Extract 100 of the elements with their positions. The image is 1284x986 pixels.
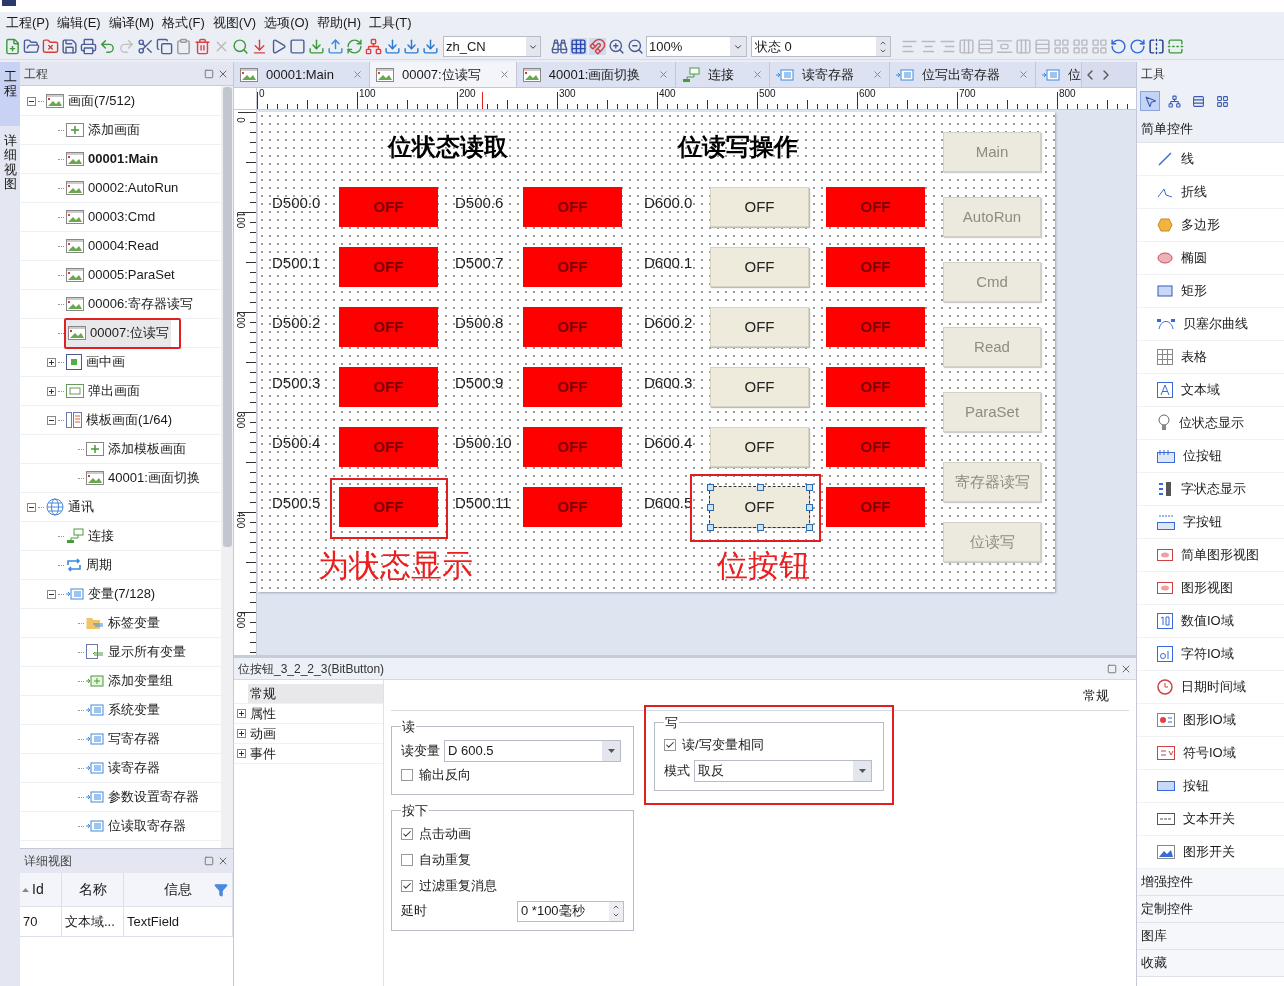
tree-item[interactable]: 画中画 — [64, 348, 127, 376]
bit-button[interactable]: OFF — [710, 307, 809, 347]
tree-item[interactable]: 添加画面 — [64, 116, 142, 144]
property-category[interactable]: 常规 — [248, 684, 383, 703]
document-tab[interactable]: 位写出寄存器 — [890, 62, 1037, 87]
property-category[interactable]: 动画 — [248, 724, 383, 743]
bit-button[interactable]: OFF — [710, 427, 809, 467]
expand-icon[interactable] — [46, 386, 56, 396]
document-tab[interactable]: 位 — [1036, 62, 1083, 87]
checkbox[interactable] — [401, 853, 413, 866]
menu-item[interactable]: 帮助(H) — [312, 13, 365, 33]
document-tab[interactable]: 连接 — [676, 62, 771, 87]
collapse-icon[interactable] — [26, 502, 36, 512]
toolbox-section-header[interactable]: 收藏 — [1137, 950, 1284, 977]
toolbox-item[interactable]: 线 — [1137, 143, 1284, 176]
tree-item[interactable]: 模板画面(1/64) — [64, 406, 174, 434]
expand-icon[interactable] — [236, 709, 246, 718]
refresh-icon[interactable] — [346, 38, 363, 55]
scrollbar-thumb[interactable] — [222, 87, 232, 547]
flip-horizontal-icon[interactable] — [1148, 38, 1165, 55]
close-tab-icon[interactable] — [872, 69, 884, 80]
save-icon[interactable] — [61, 38, 78, 55]
float-icon[interactable] — [1107, 663, 1117, 674]
rotate-right-icon[interactable] — [1129, 38, 1146, 55]
tree-item[interactable]: 00006:寄存器读写 — [64, 290, 195, 318]
tree-item[interactable]: 00002:AutoRun — [64, 174, 181, 202]
toolbox-item[interactable]: 文本开关 — [1137, 803, 1284, 836]
close-folder-icon[interactable] — [42, 38, 59, 55]
document-tab[interactable]: 读寄存器 — [770, 62, 891, 87]
tree-item[interactable]: 添加变量组 — [84, 667, 175, 695]
collapse-icon[interactable] — [46, 589, 56, 599]
binoculars-icon[interactable] — [551, 38, 568, 55]
toolbox-item[interactable]: 字符IO域 — [1137, 638, 1284, 671]
toolbox-item[interactable]: 图形视图 — [1137, 572, 1284, 605]
tree-item[interactable]: 00001:Main — [64, 145, 161, 173]
zoom-select[interactable]: 100% — [646, 36, 747, 57]
float-icon[interactable] — [204, 856, 214, 866]
tree-item[interactable]: 周期 — [64, 551, 114, 579]
tree-item[interactable]: 读寄存器 — [84, 754, 162, 782]
menu-item[interactable]: 格式(F) — [158, 13, 209, 33]
side-tab[interactable]: 工程 — [0, 62, 20, 126]
document-tab[interactable]: 00001:Main — [234, 62, 370, 87]
simulate-icon[interactable] — [270, 38, 287, 55]
tree-item[interactable]: 40001:画面切换 — [84, 464, 202, 492]
stop-simulation-icon[interactable] — [289, 38, 306, 55]
toolbox-item[interactable]: 位状态显示 — [1137, 407, 1284, 440]
menu-item[interactable]: 编辑(E) — [53, 13, 105, 33]
bit-button[interactable]: OFF — [710, 367, 809, 407]
delete-icon[interactable] — [194, 38, 211, 55]
variable-select[interactable]: D 600.5 — [444, 740, 621, 762]
open-folder-icon[interactable] — [23, 38, 40, 55]
close-icon[interactable] — [217, 855, 229, 867]
expand-icon[interactable] — [236, 749, 246, 758]
close-tab-icon[interactable] — [752, 69, 764, 80]
download-icon[interactable] — [308, 38, 325, 55]
network-icon[interactable] — [365, 38, 382, 55]
toolbox-item[interactable]: 日期时间域 — [1137, 671, 1284, 704]
new-file-icon[interactable] — [4, 38, 21, 55]
language-select[interactable]: zh_CN — [443, 36, 541, 57]
checkbox[interactable] — [664, 739, 676, 751]
toolbox-item[interactable]: 符号IO域 — [1137, 737, 1284, 770]
toolbox-item[interactable]: 贝塞尔曲线 — [1137, 308, 1284, 341]
tree-item[interactable]: 通讯 — [44, 493, 96, 521]
bit-button[interactable]: OFF — [710, 247, 809, 287]
delay-spinner[interactable]: 0 *100毫秒 — [517, 900, 624, 922]
cut-icon[interactable] — [137, 38, 154, 55]
grid-icon[interactable] — [570, 38, 587, 55]
menu-item[interactable]: 编译(M) — [104, 13, 159, 33]
tree-item[interactable]: 00003:Cmd — [64, 203, 158, 231]
filter-icon[interactable] — [214, 882, 228, 897]
document-tab[interactable]: 00007:位读写 — [369, 62, 517, 87]
column-header[interactable]: 信息 — [124, 873, 233, 906]
undo-icon[interactable] — [99, 38, 116, 55]
checkbox[interactable] — [401, 879, 413, 892]
tree-item[interactable]: 标签变量 — [84, 609, 162, 637]
toolbox-section-header[interactable]: 增强控件 — [1137, 869, 1284, 896]
mode-select[interactable]: 取反 — [694, 760, 872, 782]
toolbox-section-header[interactable]: 定制控件 — [1137, 896, 1284, 923]
state-spinner[interactable]: 状态 0 — [751, 36, 891, 57]
toolbox-item[interactable]: 简单图形视图 — [1137, 539, 1284, 572]
toolbox-item[interactable]: 文本域 — [1137, 374, 1284, 407]
resize-handle[interactable] — [707, 484, 714, 491]
toolbox-item[interactable]: 按钮 — [1137, 770, 1284, 803]
zoom-out-icon[interactable] — [627, 38, 644, 55]
menu-item[interactable]: 工具(T) — [364, 13, 416, 33]
collapse-icon[interactable] — [46, 415, 56, 425]
tool-mode-button[interactable] — [1140, 91, 1160, 111]
tree-item[interactable]: 变量(7/128) — [64, 580, 158, 608]
bit-button[interactable]: OFF — [710, 487, 809, 527]
toolbox-section-header[interactable]: 图库 — [1137, 923, 1284, 950]
snap-icon[interactable] — [589, 38, 606, 55]
tree-item[interactable]: 弹出画面 — [64, 377, 142, 405]
checkbox[interactable] — [401, 827, 413, 840]
tree-item[interactable]: 00007:位读写 — [66, 319, 171, 347]
upload-icon[interactable] — [327, 38, 344, 55]
menu-item[interactable]: 选项(O) — [260, 13, 313, 33]
resize-handle[interactable] — [707, 524, 714, 531]
paste-icon[interactable] — [175, 38, 192, 55]
download-icon[interactable] — [403, 38, 420, 55]
resize-handle[interactable] — [756, 524, 764, 531]
